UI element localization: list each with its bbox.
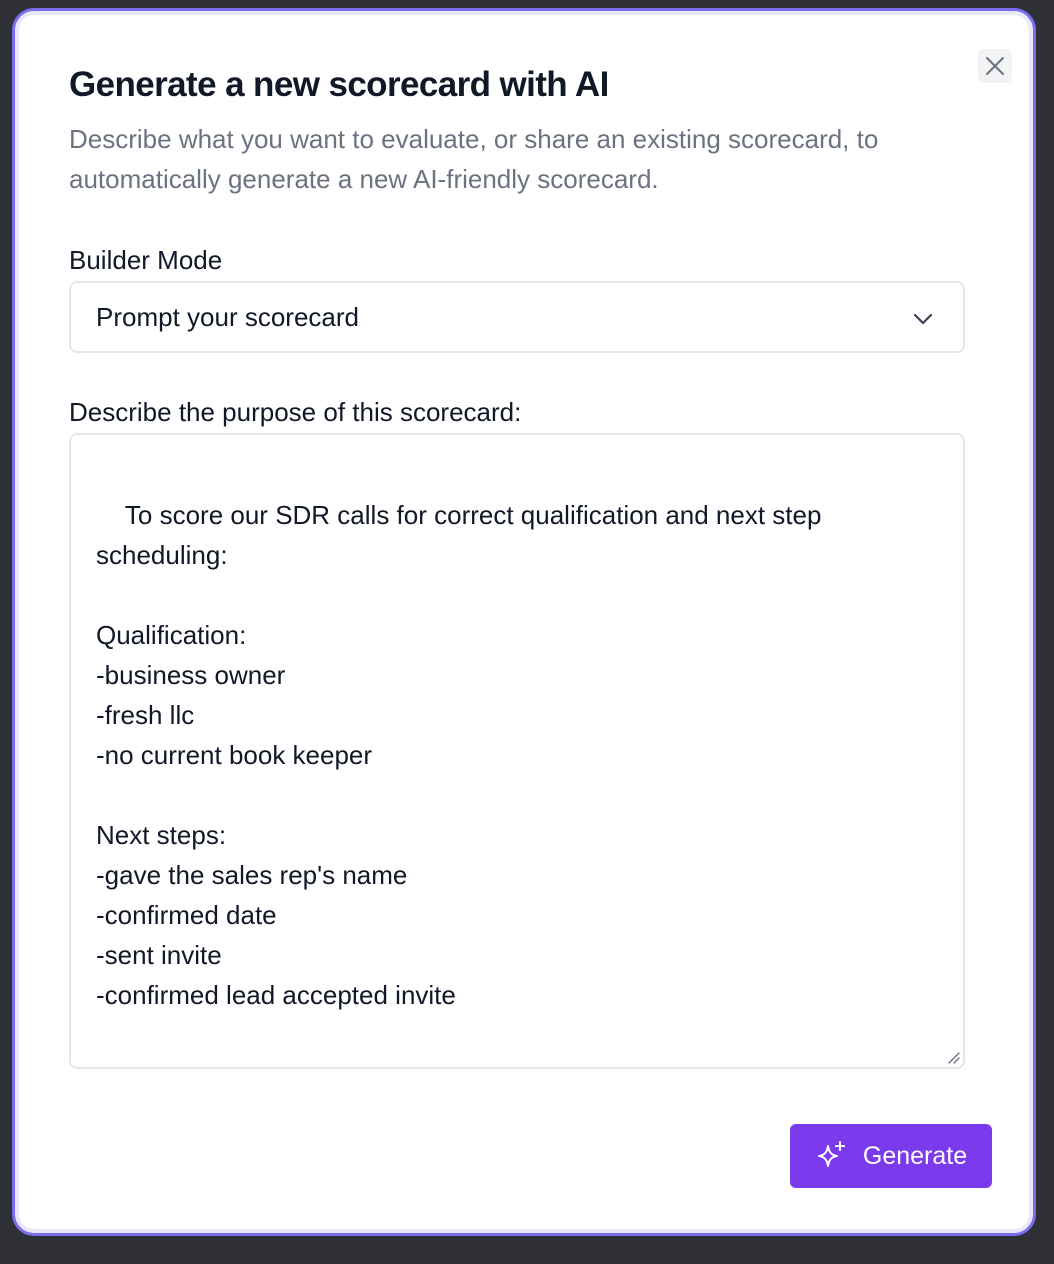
builder-mode-select[interactable]: Prompt your scorecard [69, 281, 965, 353]
purpose-text: To score our SDR calls for correct quali… [96, 500, 822, 1010]
purpose-textarea[interactable]: To score our SDR calls for correct quali… [69, 433, 965, 1069]
builder-mode-label: Builder Mode [69, 245, 223, 275]
dialog-subtitle: Describe what you want to evaluate, or s… [69, 124, 879, 194]
purpose-label: Describe the purpose of this scorecard: [69, 397, 522, 427]
close-icon [986, 57, 1004, 75]
generate-button[interactable]: Generate [790, 1124, 992, 1188]
dialog-title: Generate a new scorecard with AI [69, 65, 609, 104]
chevron-down-icon [913, 313, 933, 325]
close-button[interactable] [978, 49, 1012, 83]
resize-handle-icon[interactable] [945, 1049, 961, 1065]
builder-mode-selected-value: Prompt your scorecard [96, 301, 359, 332]
generate-button-label: Generate [862, 1141, 968, 1170]
sparkles-icon [817, 1141, 845, 1167]
generate-scorecard-dialog: Generate a new scorecard with AI Describ… [12, 8, 1036, 1236]
